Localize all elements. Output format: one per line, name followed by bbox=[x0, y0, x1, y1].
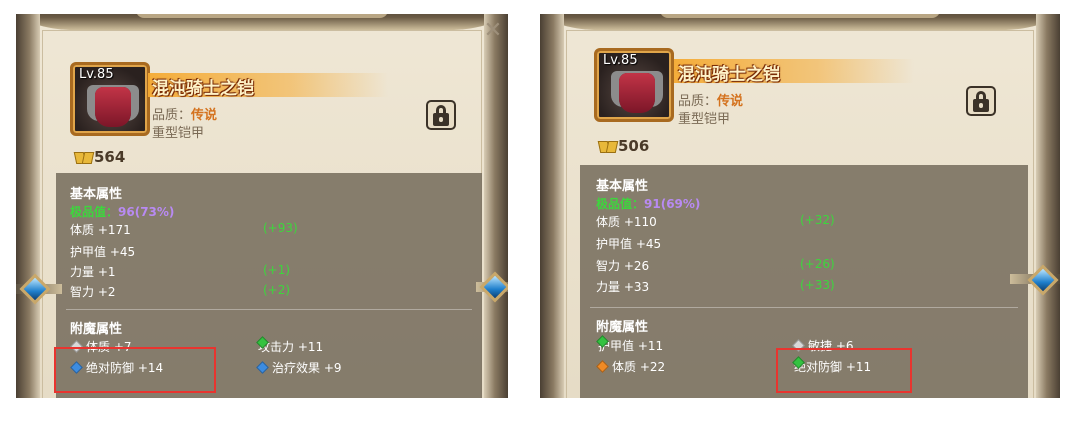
excellence-value: 极品值：96(73%) bbox=[70, 203, 174, 220]
section-divider bbox=[590, 307, 1018, 308]
item-type: 重型铠甲 bbox=[678, 112, 731, 127]
basic-stat-row: 力量 +1 bbox=[70, 265, 116, 279]
quality-label: 品质： bbox=[678, 94, 718, 109]
item-type: 重型铠甲 bbox=[152, 126, 205, 141]
close-icon[interactable]: ✕ bbox=[480, 18, 506, 44]
basic-stat-bonus: (+2) bbox=[263, 283, 291, 297]
item-level: Lv.85 bbox=[603, 53, 638, 68]
basic-attributes-title: 基本属性 bbox=[596, 179, 649, 194]
item-score: 506 bbox=[598, 137, 649, 155]
basic-attributes-title: 基本属性 bbox=[70, 187, 123, 202]
score-icon bbox=[598, 139, 616, 153]
quality-value: 传说 bbox=[717, 94, 744, 109]
excellence-number: 96(73%) bbox=[118, 205, 175, 219]
item-score: 564 bbox=[74, 148, 125, 166]
score-value: 506 bbox=[618, 137, 650, 155]
excellence-label: 极品值： bbox=[596, 197, 645, 211]
basic-stat-row: 智力 +2 bbox=[70, 285, 116, 299]
enchant-stat-label: 治疗效果 +9 bbox=[272, 361, 342, 375]
lock-icon[interactable] bbox=[966, 86, 996, 116]
item-icon: Lv.85 bbox=[70, 62, 150, 136]
excellence-value: 极品值：91(69%) bbox=[596, 195, 700, 212]
basic-stat-row: 力量 +33 bbox=[596, 280, 650, 294]
basic-stat-row: 护甲值 +45 bbox=[596, 237, 662, 251]
lock-icon[interactable] bbox=[426, 100, 456, 130]
frame-right-border bbox=[484, 14, 508, 398]
score-icon bbox=[74, 150, 92, 164]
basic-stat-bonus: (+26) bbox=[800, 257, 835, 271]
quality-value: 传说 bbox=[191, 108, 218, 123]
enchant-stat-row: 体质 +22 bbox=[596, 358, 666, 375]
basic-stat-row: 护甲值 +45 bbox=[70, 245, 136, 259]
item-icon: Lv.85 bbox=[594, 48, 674, 122]
enchant-stat-row: 护甲值 +11 bbox=[596, 335, 663, 354]
blue-gem-icon bbox=[256, 361, 269, 374]
item-name: 混沌骑士之铠 bbox=[152, 79, 254, 99]
armor-icon bbox=[619, 73, 655, 113]
item-quality: 品质：传说 bbox=[152, 104, 217, 123]
basic-stat-bonus: (+33) bbox=[800, 278, 835, 292]
basic-stat-bonus: (+32) bbox=[800, 213, 835, 227]
basic-stat-bonus: (+1) bbox=[263, 263, 291, 277]
frame-top-ornament bbox=[540, 14, 1060, 30]
score-value: 564 bbox=[94, 148, 126, 166]
frame-left-border bbox=[540, 14, 564, 398]
excellence-label: 极品值： bbox=[70, 205, 119, 219]
basic-stat-row: 体质 +110 bbox=[596, 215, 657, 229]
item-tooltip-left: ✕ Lv.85 混沌骑士之铠 品质：传说 重型铠甲 564 基本属性 极品值：9… bbox=[16, 14, 508, 398]
armor-icon bbox=[95, 87, 131, 127]
frame-right-border bbox=[1036, 14, 1060, 398]
enchant-attributes-title: 附魔属性 bbox=[70, 322, 123, 337]
basic-stat-bonus: (+93) bbox=[263, 221, 298, 235]
basic-stat-row: 体质 +171 bbox=[70, 223, 131, 237]
quality-label: 品质： bbox=[152, 108, 192, 123]
enchant-stat-row: 治疗效果 +9 bbox=[256, 359, 342, 376]
enchant-stat-row: 攻击力 +11 bbox=[256, 336, 323, 355]
item-level: Lv.85 bbox=[79, 67, 114, 82]
excellence-number: 91(69%) bbox=[644, 197, 701, 211]
frame-left-border bbox=[16, 14, 40, 398]
orange-gem-icon bbox=[596, 360, 609, 373]
enchant-stat-label: 体质 +22 bbox=[612, 360, 666, 374]
basic-stat-row: 智力 +26 bbox=[596, 259, 650, 273]
frame-top-ornament bbox=[16, 14, 508, 30]
highlight-box bbox=[54, 347, 216, 393]
item-quality: 品质：传说 bbox=[678, 90, 743, 109]
highlight-box bbox=[776, 348, 912, 393]
item-name: 混沌骑士之铠 bbox=[678, 65, 780, 85]
section-divider bbox=[66, 309, 472, 310]
enchant-attributes-title: 附魔属性 bbox=[596, 320, 649, 335]
item-tooltip-right: Lv.85 混沌骑士之铠 品质：传说 重型铠甲 506 基本属性 极品值：91(… bbox=[540, 14, 1060, 398]
